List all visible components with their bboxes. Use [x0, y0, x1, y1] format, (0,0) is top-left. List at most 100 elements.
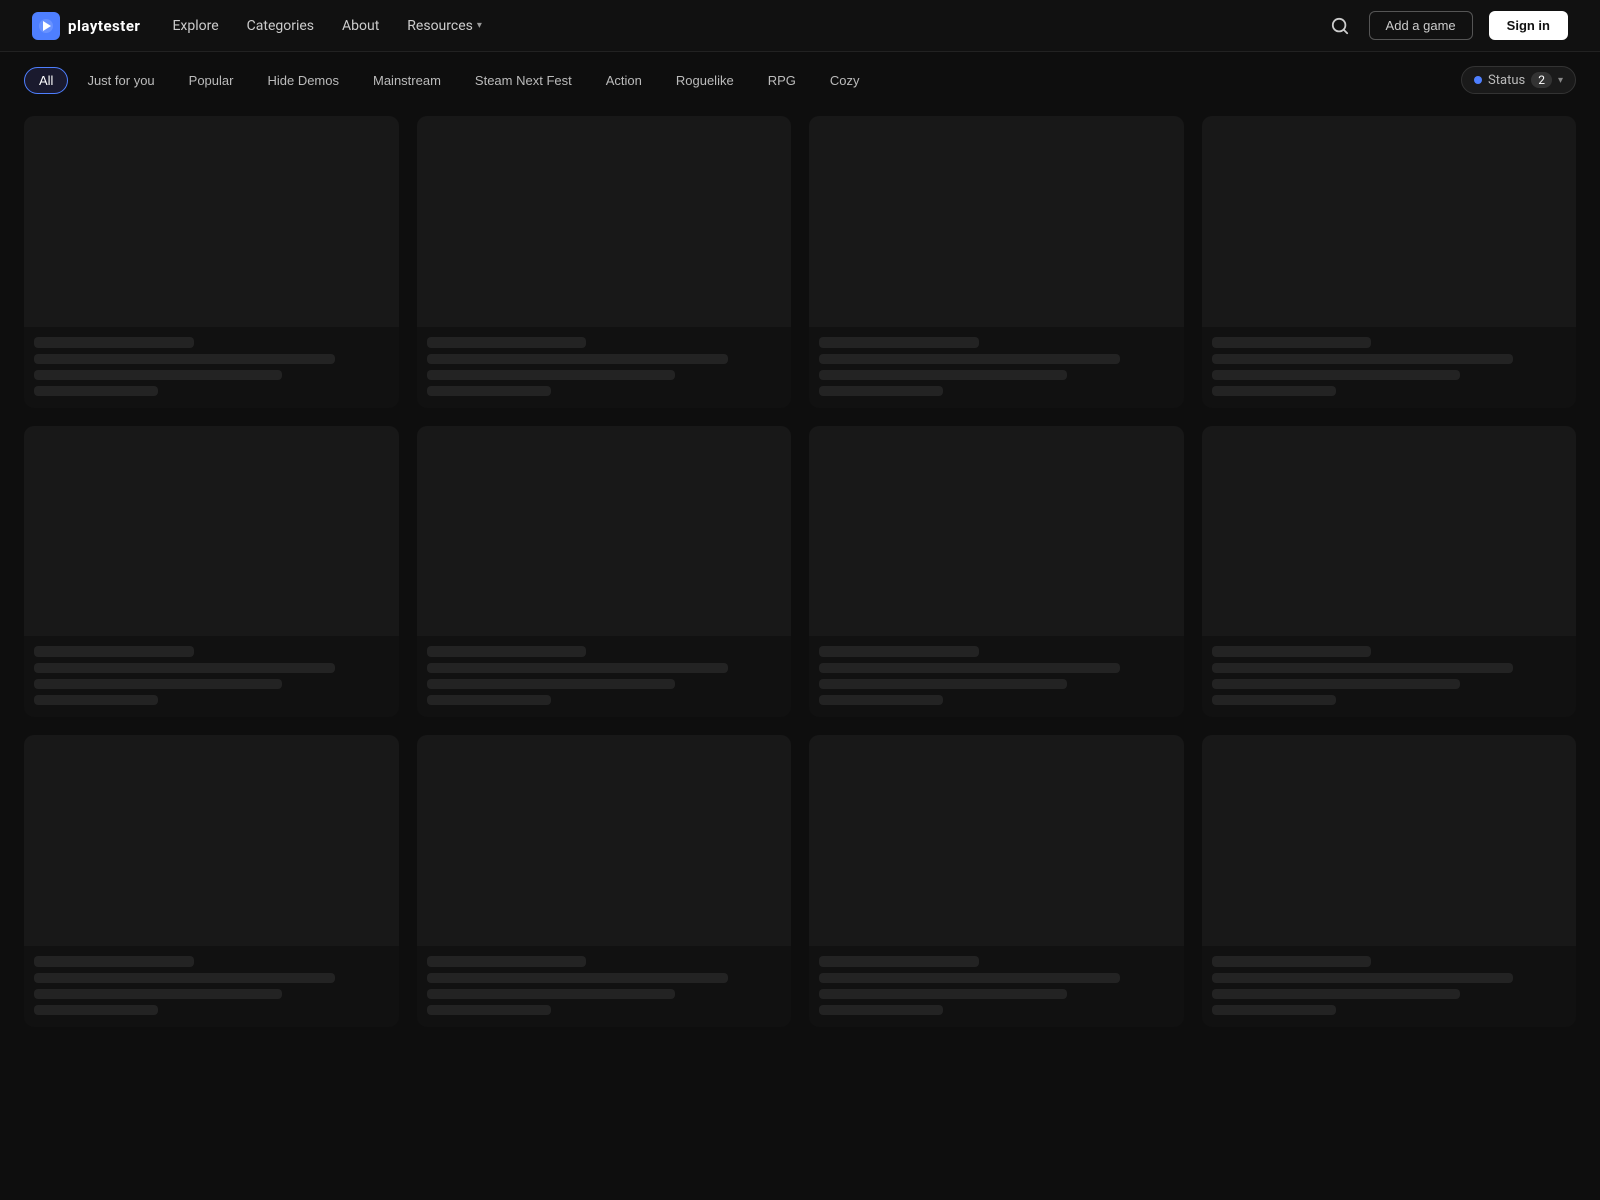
card-body: [417, 636, 792, 717]
game-card[interactable]: [1202, 426, 1577, 718]
chevron-down-icon: ▾: [477, 20, 482, 31]
filter-action[interactable]: Action: [591, 67, 657, 94]
main-content: [0, 108, 1600, 1067]
card-title-skeleton: [427, 646, 587, 657]
card-thumbnail: [417, 735, 792, 946]
card-sub-skeleton: [1212, 663, 1513, 673]
chevron-down-icon: ▾: [1558, 75, 1563, 86]
card-thumbnail: [1202, 116, 1577, 327]
card-title-skeleton: [819, 956, 979, 967]
card-body: [1202, 636, 1577, 717]
card-thumbnail: [24, 426, 399, 637]
card-tag-skeleton: [819, 386, 943, 396]
card-sub-skeleton: [819, 354, 1120, 364]
game-card[interactable]: [1202, 735, 1577, 1027]
filter-roguelike[interactable]: Roguelike: [661, 67, 749, 94]
card-title-skeleton: [1212, 337, 1372, 348]
card-title-skeleton: [819, 337, 979, 348]
filter-all[interactable]: All: [24, 67, 68, 94]
game-card[interactable]: [809, 426, 1184, 718]
card-tag-skeleton: [1212, 386, 1336, 396]
search-button[interactable]: [1327, 13, 1353, 39]
game-card[interactable]: [809, 735, 1184, 1027]
card-body: [417, 946, 792, 1027]
card-body: [1202, 327, 1577, 408]
card-thumbnail: [809, 426, 1184, 637]
card-body: [24, 946, 399, 1027]
card-sub-skeleton: [34, 663, 335, 673]
filter-cozy[interactable]: Cozy: [815, 67, 875, 94]
card-tag-skeleton: [1212, 695, 1336, 705]
card-sub2-skeleton: [819, 679, 1067, 689]
filter-mainstream[interactable]: Mainstream: [358, 67, 456, 94]
card-thumbnail: [809, 735, 1184, 946]
card-sub-skeleton: [427, 973, 728, 983]
card-body: [24, 327, 399, 408]
card-sub2-skeleton: [427, 679, 675, 689]
card-sub2-skeleton: [34, 370, 282, 380]
card-sub-skeleton: [427, 354, 728, 364]
card-title-skeleton: [34, 337, 194, 348]
card-tag-skeleton: [819, 1005, 943, 1015]
card-thumbnail: [1202, 735, 1577, 946]
status-dot-icon: [1474, 76, 1482, 84]
nav-explore[interactable]: Explore: [172, 18, 218, 34]
card-tag-skeleton: [34, 1005, 158, 1015]
add-game-button[interactable]: Add a game: [1369, 11, 1473, 40]
card-tag-skeleton: [34, 386, 158, 396]
card-title-skeleton: [34, 956, 194, 967]
main-nav: Explore Categories About Resources ▾: [172, 18, 1294, 34]
card-title-skeleton: [427, 337, 587, 348]
game-card[interactable]: [417, 426, 792, 718]
card-body: [417, 327, 792, 408]
card-sub2-skeleton: [427, 989, 675, 999]
card-title-skeleton: [1212, 646, 1372, 657]
card-body: [809, 327, 1184, 408]
card-sub-skeleton: [1212, 354, 1513, 364]
card-thumbnail: [417, 426, 792, 637]
card-sub-skeleton: [1212, 973, 1513, 983]
games-grid: [24, 116, 1576, 1027]
sign-in-button[interactable]: Sign in: [1489, 11, 1568, 40]
card-sub2-skeleton: [1212, 370, 1460, 380]
nav-resources[interactable]: Resources ▾: [407, 18, 482, 34]
nav-categories[interactable]: Categories: [247, 18, 314, 34]
game-card[interactable]: [24, 116, 399, 408]
filter-bar: All Just for you Popular Hide Demos Main…: [0, 52, 1600, 108]
card-sub2-skeleton: [819, 370, 1067, 380]
card-sub2-skeleton: [1212, 989, 1460, 999]
filter-hide-demos[interactable]: Hide Demos: [252, 67, 354, 94]
status-filter[interactable]: Status 2 ▾: [1461, 66, 1576, 94]
card-title-skeleton: [34, 646, 194, 657]
card-tag-skeleton: [34, 695, 158, 705]
card-sub-skeleton: [34, 354, 335, 364]
game-card[interactable]: [809, 116, 1184, 408]
status-count-badge: 2: [1531, 72, 1552, 88]
game-card[interactable]: [417, 735, 792, 1027]
filter-just-for-you[interactable]: Just for you: [72, 67, 169, 94]
logo[interactable]: playtester: [32, 12, 140, 40]
filter-rpg[interactable]: RPG: [753, 67, 811, 94]
game-card[interactable]: [24, 426, 399, 718]
card-thumbnail: [1202, 426, 1577, 637]
filter-steam-next-fest[interactable]: Steam Next Fest: [460, 67, 587, 94]
card-tag-skeleton: [427, 1005, 551, 1015]
card-thumbnail: [809, 116, 1184, 327]
card-sub-skeleton: [819, 973, 1120, 983]
filter-popular[interactable]: Popular: [174, 67, 249, 94]
card-thumbnail: [24, 735, 399, 946]
nav-about[interactable]: About: [342, 18, 379, 34]
game-card[interactable]: [417, 116, 792, 408]
game-card[interactable]: [24, 735, 399, 1027]
card-sub2-skeleton: [34, 679, 282, 689]
game-card[interactable]: [1202, 116, 1577, 408]
card-sub-skeleton: [34, 973, 335, 983]
card-tag-skeleton: [427, 695, 551, 705]
card-tag-skeleton: [1212, 1005, 1336, 1015]
card-body: [1202, 946, 1577, 1027]
card-sub-skeleton: [819, 663, 1120, 673]
card-sub2-skeleton: [427, 370, 675, 380]
card-tag-skeleton: [427, 386, 551, 396]
search-icon: [1331, 17, 1349, 35]
status-label: Status: [1488, 73, 1525, 88]
